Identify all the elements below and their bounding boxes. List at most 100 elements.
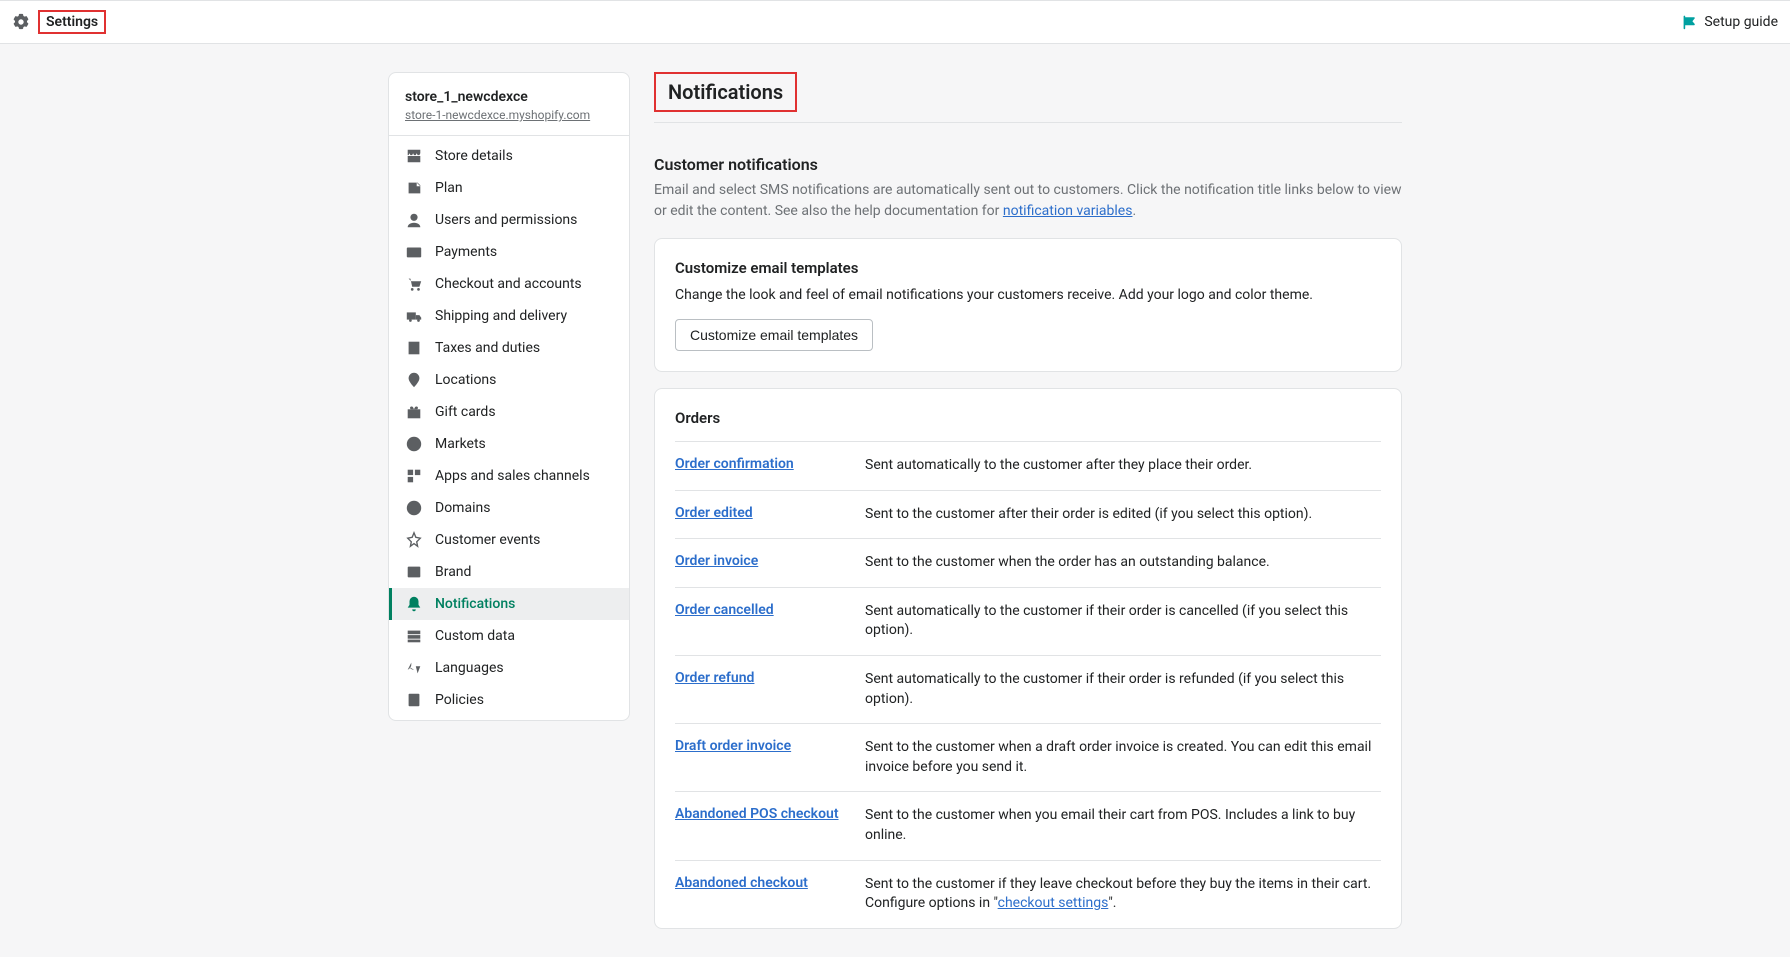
notification-link[interactable]: Order confirmation [675, 456, 794, 472]
notifications-icon [405, 595, 423, 613]
sidebar-item-checkout[interactable]: Checkout and accounts [389, 268, 629, 300]
payments-icon [405, 243, 423, 261]
sidebar-item-label: Domains [435, 500, 490, 516]
sidebar-item-brand[interactable]: Brand [389, 556, 629, 588]
sidebar-item-label: Languages [435, 660, 504, 676]
notification-desc: Sent to the customer when a draft order … [865, 738, 1381, 777]
notification-link[interactable]: Abandoned checkout [675, 875, 808, 891]
shipping-icon [405, 307, 423, 325]
customize-text: Change the look and feel of email notifi… [675, 287, 1381, 303]
notification-row: Draft order invoice Sent to the customer … [675, 723, 1381, 791]
store-name: store_1_newcdexce [405, 89, 613, 105]
notification-desc: Sent to the customer when the order has … [865, 553, 1270, 573]
notification-desc: Sent to the customer after their order i… [865, 505, 1312, 525]
notification-row: Order confirmation Sent automatically to … [675, 441, 1381, 490]
sidebar-item-gift-cards[interactable]: Gift cards [389, 396, 629, 428]
locations-icon [405, 371, 423, 389]
sidebar-item-plan[interactable]: Plan [389, 172, 629, 204]
sidebar-item-languages[interactable]: Languages [389, 652, 629, 684]
sidebar-item-payments[interactable]: Payments [389, 236, 629, 268]
sidebar-item-label: Apps and sales channels [435, 468, 590, 484]
sidebar-item-label: Checkout and accounts [435, 276, 582, 292]
sidebar-item-label: Notifications [435, 596, 515, 612]
sidebar-item-label: Plan [435, 180, 463, 196]
topbar-left: Settings [12, 10, 106, 34]
notification-row: Order edited Sent to the customer after t… [675, 490, 1381, 539]
sidebar-item-label: Users and permissions [435, 212, 577, 228]
notification-desc: Sent to the customer when you email thei… [865, 806, 1381, 845]
sidebar-item-label: Brand [435, 564, 471, 580]
notification-row: Order cancelled Sent automatically to the… [675, 587, 1381, 655]
sidebar-item-taxes[interactable]: Taxes and duties [389, 332, 629, 364]
orders-heading: Orders [675, 409, 1381, 427]
sidebar-item-label: Policies [435, 692, 484, 708]
notification-row: Order refund Sent automatically to the cu… [675, 655, 1381, 723]
brand-icon [405, 563, 423, 581]
flag-icon [1682, 14, 1698, 30]
notification-desc: Sent automatically to the customer if th… [865, 670, 1381, 709]
sidebar-item-store-details[interactable]: Store details [389, 140, 629, 172]
sidebar-item-markets[interactable]: Markets [389, 428, 629, 460]
custom-data-icon [405, 627, 423, 645]
sidebar-item-label: Store details [435, 148, 513, 164]
notification-link[interactable]: Abandoned POS checkout [675, 806, 839, 822]
notification-row: Abandoned checkoutSent to the customer i… [675, 860, 1381, 928]
orders-card: Orders Order confirmation Sent automatica… [654, 388, 1402, 929]
page-title: Notifications [654, 72, 797, 112]
sidebar-item-custom-data[interactable]: Custom data [389, 620, 629, 652]
sidebar-item-shipping[interactable]: Shipping and delivery [389, 300, 629, 332]
notification-link[interactable]: Order edited [675, 505, 753, 521]
sidebar-item-label: Customer events [435, 532, 540, 548]
sidebar-item-label: Locations [435, 372, 496, 388]
notification-desc: Sent automatically to the customer if th… [865, 602, 1381, 641]
plan-icon [405, 179, 423, 197]
setup-guide-button[interactable]: Setup guide [1682, 14, 1778, 30]
intro-heading: Customer notifications [654, 155, 1402, 174]
checkout-icon [405, 275, 423, 293]
sidebar-item-notifications[interactable]: Notifications [389, 588, 629, 620]
sidebar-item-label: Markets [435, 436, 486, 452]
customize-templates-card: Customize email templates Change the loo… [654, 238, 1402, 372]
main-content: Notifications Customer notifications Ema… [654, 72, 1402, 929]
notification-link[interactable]: Order invoice [675, 553, 758, 569]
divider [654, 122, 1402, 123]
sidebar-item-locations[interactable]: Locations [389, 364, 629, 396]
notification-variables-link[interactable]: notification variables [1003, 203, 1133, 219]
gear-icon [12, 13, 30, 31]
domains-icon [405, 499, 423, 517]
store-details-icon [405, 147, 423, 165]
sidebar-item-users[interactable]: Users and permissions [389, 204, 629, 236]
notification-link[interactable]: Draft order invoice [675, 738, 791, 754]
sidebar-item-label: Shipping and delivery [435, 308, 567, 324]
setup-guide-label: Setup guide [1704, 14, 1778, 30]
notification-link[interactable]: Order cancelled [675, 602, 774, 618]
sidebar-item-label: Gift cards [435, 404, 496, 420]
notification-desc: Sent automatically to the customer after… [865, 456, 1252, 476]
policies-icon [405, 691, 423, 709]
markets-icon [405, 435, 423, 453]
sidebar-item-label: Custom data [435, 628, 515, 644]
notification-row: Abandoned POS checkout Sent to the custom… [675, 791, 1381, 859]
sidebar-item-policies[interactable]: Policies [389, 684, 629, 716]
customer-events-icon [405, 531, 423, 549]
topbar: Settings Setup guide [0, 0, 1790, 44]
store-url[interactable]: store-1-newcdexce.myshopify.com [405, 108, 590, 122]
settings-title[interactable]: Settings [38, 10, 106, 34]
sidebar-item-domains[interactable]: Domains [389, 492, 629, 524]
checkout-settings-link[interactable]: checkout settings [998, 895, 1109, 911]
sidebar-item-customer-events[interactable]: Customer events [389, 524, 629, 556]
notification-row: Order invoice Sent to the customer when t… [675, 538, 1381, 587]
languages-icon [405, 659, 423, 677]
gift-cards-icon [405, 403, 423, 421]
settings-sidebar: store_1_newcdexce store-1-newcdexce.mysh… [388, 72, 630, 721]
taxes-icon [405, 339, 423, 357]
sidebar-item-apps[interactable]: Apps and sales channels [389, 460, 629, 492]
intro-text: Email and select SMS notifications are a… [654, 180, 1402, 222]
sidebar-item-label: Taxes and duties [435, 340, 540, 356]
apps-icon [405, 467, 423, 485]
page-title-wrap: Notifications [654, 72, 1402, 123]
notification-link[interactable]: Order refund [675, 670, 754, 686]
customize-heading: Customize email templates [675, 259, 1381, 277]
customize-templates-button[interactable]: Customize email templates [675, 319, 873, 351]
sidebar-item-label: Payments [435, 244, 497, 260]
